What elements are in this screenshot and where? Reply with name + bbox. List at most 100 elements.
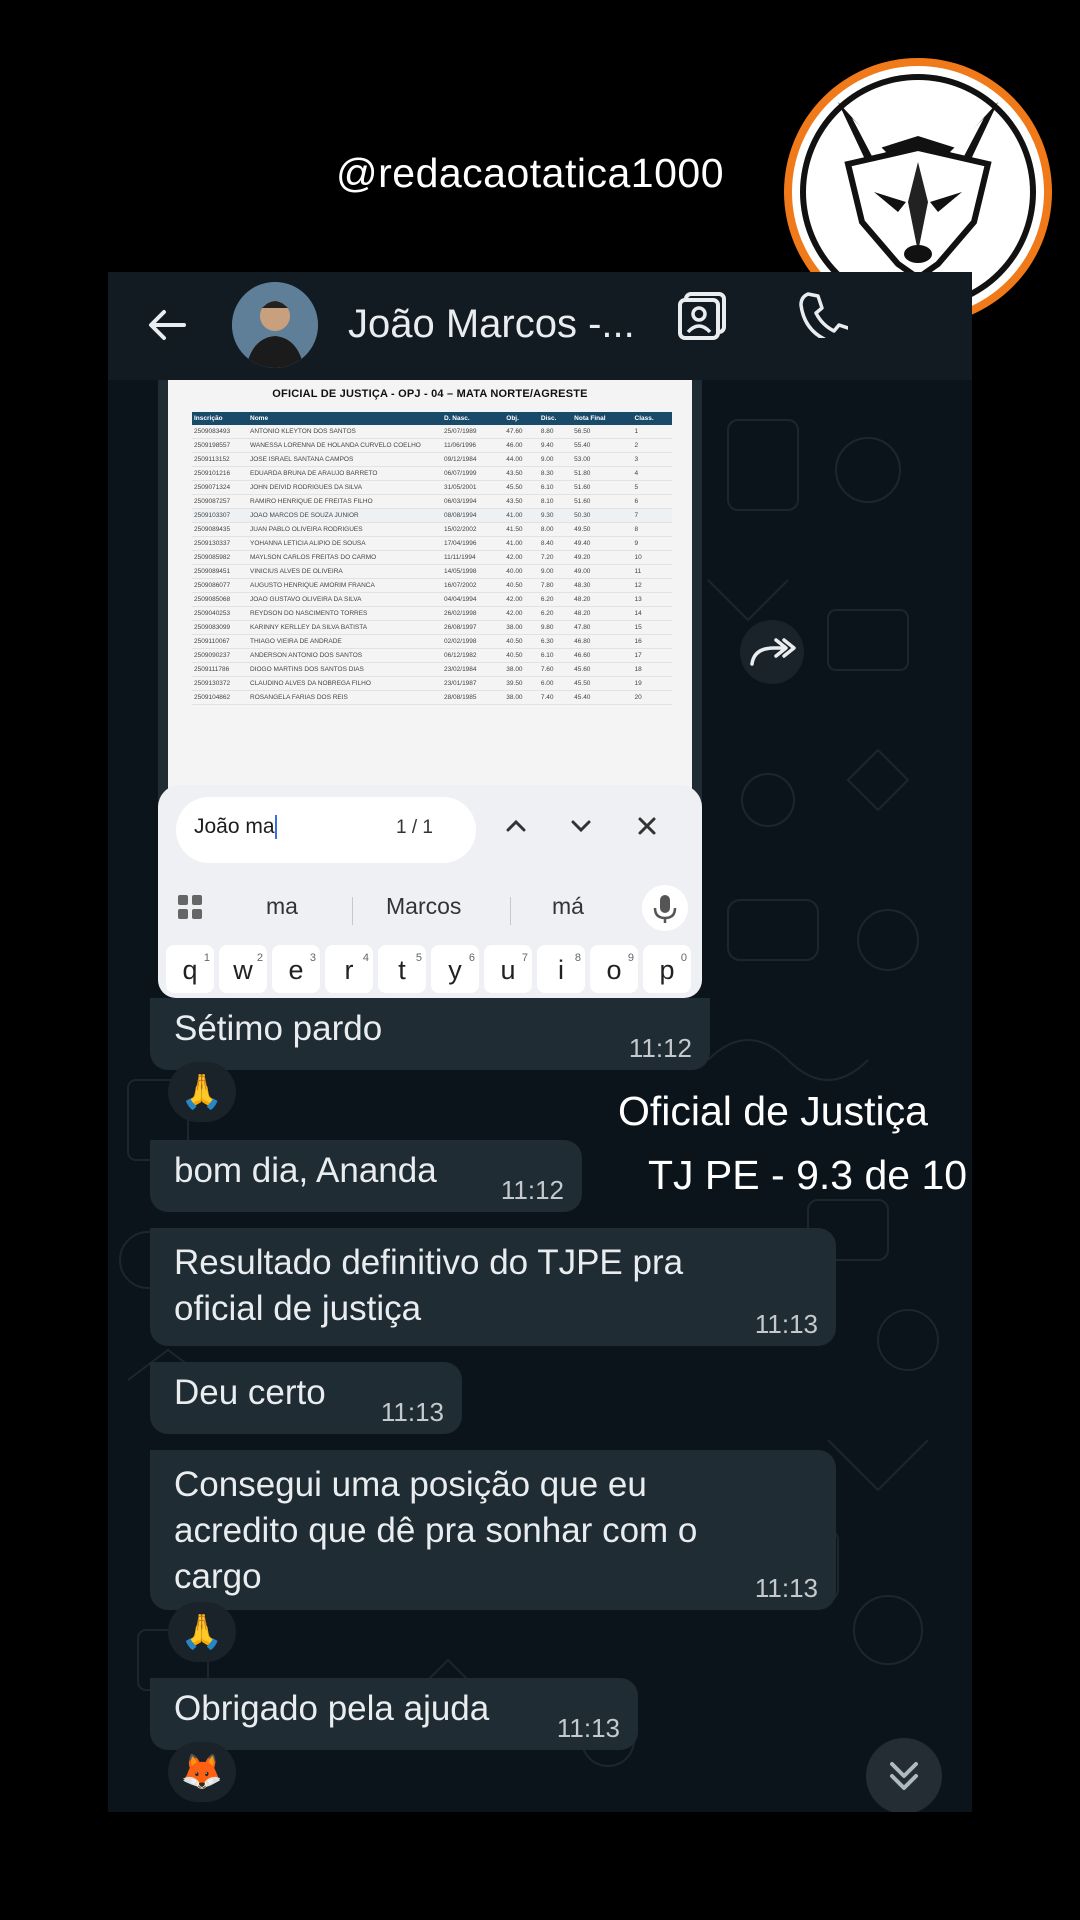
message-text: Sétimo pardo	[174, 1009, 383, 1048]
table-cell: ANTONIO KLEYTON DOS SANTOS	[248, 425, 442, 439]
table-row: 2509111786 DIOGO MARTINS DOS SANTOS DIAS 2…	[192, 662, 672, 677]
forward-button[interactable]	[740, 620, 804, 684]
table-cell: 49.00	[572, 564, 633, 579]
table-cell: 43.50	[504, 494, 539, 509]
table-cell: 45.60	[572, 662, 633, 677]
close-icon[interactable]	[634, 813, 660, 839]
message-bubble[interactable]: Deu certo 11:13	[150, 1362, 462, 1434]
table-cell: ROSANGELA FARIAS DOS REIS	[248, 690, 442, 705]
key-t[interactable]: t5	[378, 945, 426, 993]
table-cell: 16/07/2002	[442, 578, 505, 593]
key-number: 3	[309, 952, 316, 964]
video-call-icon[interactable]	[678, 288, 732, 342]
column-header: Nome	[248, 412, 442, 425]
table-cell: 51.60	[572, 480, 633, 495]
instagram-handle: @redacaotatica1000	[336, 150, 724, 196]
key-letter: r	[344, 955, 354, 985]
message-text: Deu certo	[174, 1373, 326, 1412]
message-bubble[interactable]: Sétimo pardo 11:12	[150, 998, 710, 1070]
table-cell: 6.30	[538, 634, 573, 649]
key-p[interactable]: p0	[643, 945, 691, 993]
table-cell: 48.20	[572, 606, 633, 621]
table-cell: 15	[632, 620, 672, 635]
table-row: 2509130337 YOHANNA LETICIA ALIPIO DE SOUS…	[192, 536, 672, 551]
table-cell: JOAO GUSTAVO OLIVEIRA DA SILVA	[248, 592, 442, 607]
reaction-badge[interactable]: 🙏	[168, 1602, 236, 1662]
table-row: 2509089435 JUAN PABLO OLIVEIRA RODRIGUES 1…	[192, 522, 672, 537]
apps-grid-icon[interactable]	[176, 893, 204, 921]
suggestion-2[interactable]: Marcos	[386, 893, 461, 920]
contact-name[interactable]: João Marcos -...	[348, 302, 635, 347]
message-text: Resultado definitivo do TJPE pra oficial…	[174, 1243, 684, 1328]
table-cell: 6.20	[538, 592, 573, 607]
table-cell: 8	[632, 522, 672, 537]
key-q[interactable]: q1	[166, 945, 214, 993]
table-cell: 42.00	[504, 592, 539, 607]
table-row: 2509110067 THIAGO VIEIRA DE ANDRADE 02/02/…	[192, 634, 672, 649]
key-u[interactable]: u7	[484, 945, 532, 993]
table-cell: 6.00	[538, 676, 573, 691]
table-cell: 44.00	[504, 452, 539, 467]
table-row: 2509104862 ROSANGELA FARIAS DOS REIS 28/08…	[192, 690, 672, 705]
message-bubble[interactable]: Consegui uma posição que eu acredito que…	[150, 1450, 836, 1610]
table-cell: 49.20	[572, 550, 633, 565]
key-e[interactable]: e3	[272, 945, 320, 993]
suggestion-3[interactable]: má	[552, 893, 584, 920]
table-cell: 6	[632, 494, 672, 509]
table-cell: 2509090237	[192, 648, 248, 663]
table-cell: 38.00	[504, 620, 539, 635]
search-input[interactable]: João ma 1 / 1	[176, 797, 476, 863]
key-r[interactable]: r4	[325, 945, 373, 993]
table-cell: AUGUSTO HENRIQUE AMORIM FRANCA	[248, 578, 442, 593]
table-cell: MAYLSON CARLOS FREITAS DO CARMO	[248, 550, 442, 565]
table-cell: 17	[632, 648, 672, 663]
message-text: bom dia, Ananda	[174, 1151, 437, 1190]
chevron-down-icon[interactable]	[568, 813, 594, 839]
table-cell: 2509086077	[192, 578, 248, 593]
table-row: 2509130372 CLAUDINO ALVES DA NOBREGA FILH…	[192, 676, 672, 691]
suggestion-1[interactable]: ma	[266, 893, 298, 920]
table-cell: 8.30	[538, 466, 573, 481]
table-row: 2509087257 RAMIRO HENRIQUE DE FREITAS FIL…	[192, 494, 672, 509]
column-header: Nota Final	[572, 412, 633, 425]
table-cell: 08/08/1994	[442, 508, 505, 523]
results-table: Inscrição Nome D. Nasc. Obj. Disc. Nota …	[192, 412, 672, 705]
scroll-to-bottom-button[interactable]	[866, 1738, 942, 1812]
table-cell: 2509087257	[192, 494, 248, 509]
key-y[interactable]: y6	[431, 945, 479, 993]
chevron-up-icon[interactable]	[503, 813, 529, 839]
key-o[interactable]: o9	[590, 945, 638, 993]
key-letter: o	[606, 955, 622, 985]
table-cell: 9.40	[538, 438, 573, 453]
microphone-icon	[653, 895, 677, 923]
table-cell: 23/02/1984	[442, 662, 505, 677]
table-cell: 38.00	[504, 690, 539, 705]
table-cell: EDUARDA BRUNA DE ARAUJO BARRETO	[248, 466, 442, 481]
phone-call-icon[interactable]	[798, 288, 848, 338]
table-row: 2509085982 MAYLSON CARLOS FREITAS DO CARM…	[192, 550, 672, 565]
reaction-badge[interactable]: 🙏	[168, 1062, 236, 1122]
table-cell: 2509198557	[192, 438, 248, 453]
image-message[interactable]: OFICIAL DE JUSTIÇA - OPJ - 04 – MATA NOR…	[158, 380, 702, 998]
message-bubble[interactable]: bom dia, Ananda 11:12	[150, 1140, 582, 1212]
table-cell: 6.10	[538, 480, 573, 495]
message-bubble[interactable]: Resultado definitivo do TJPE pra oficial…	[150, 1228, 836, 1346]
table-cell: JOHN DEIVID RODRIGUES DA SILVA	[248, 480, 442, 495]
keyboard-row: q1w2e3r4t5y6u7i8o9p0	[166, 945, 694, 995]
table-cell: 7.80	[538, 578, 573, 593]
key-i[interactable]: i8	[537, 945, 585, 993]
message-text: Consegui uma posição que eu acredito que…	[174, 1465, 698, 1596]
reaction-badge[interactable]: 🦊	[168, 1742, 236, 1802]
column-header: Class.	[632, 412, 672, 425]
table-cell: 2509110067	[192, 634, 248, 649]
microphone-button[interactable]	[642, 885, 688, 931]
forward-icon	[750, 638, 796, 666]
table-cell: 28/08/1985	[442, 690, 505, 705]
table-cell: 2509113152	[192, 452, 248, 467]
table-cell: 4	[632, 466, 672, 481]
key-w[interactable]: w2	[219, 945, 267, 993]
back-arrow-icon[interactable]	[144, 302, 190, 348]
contact-avatar[interactable]	[232, 282, 318, 368]
table-cell: 1	[632, 425, 672, 439]
message-bubble[interactable]: Obrigado pela ajuda 11:13	[150, 1678, 638, 1750]
